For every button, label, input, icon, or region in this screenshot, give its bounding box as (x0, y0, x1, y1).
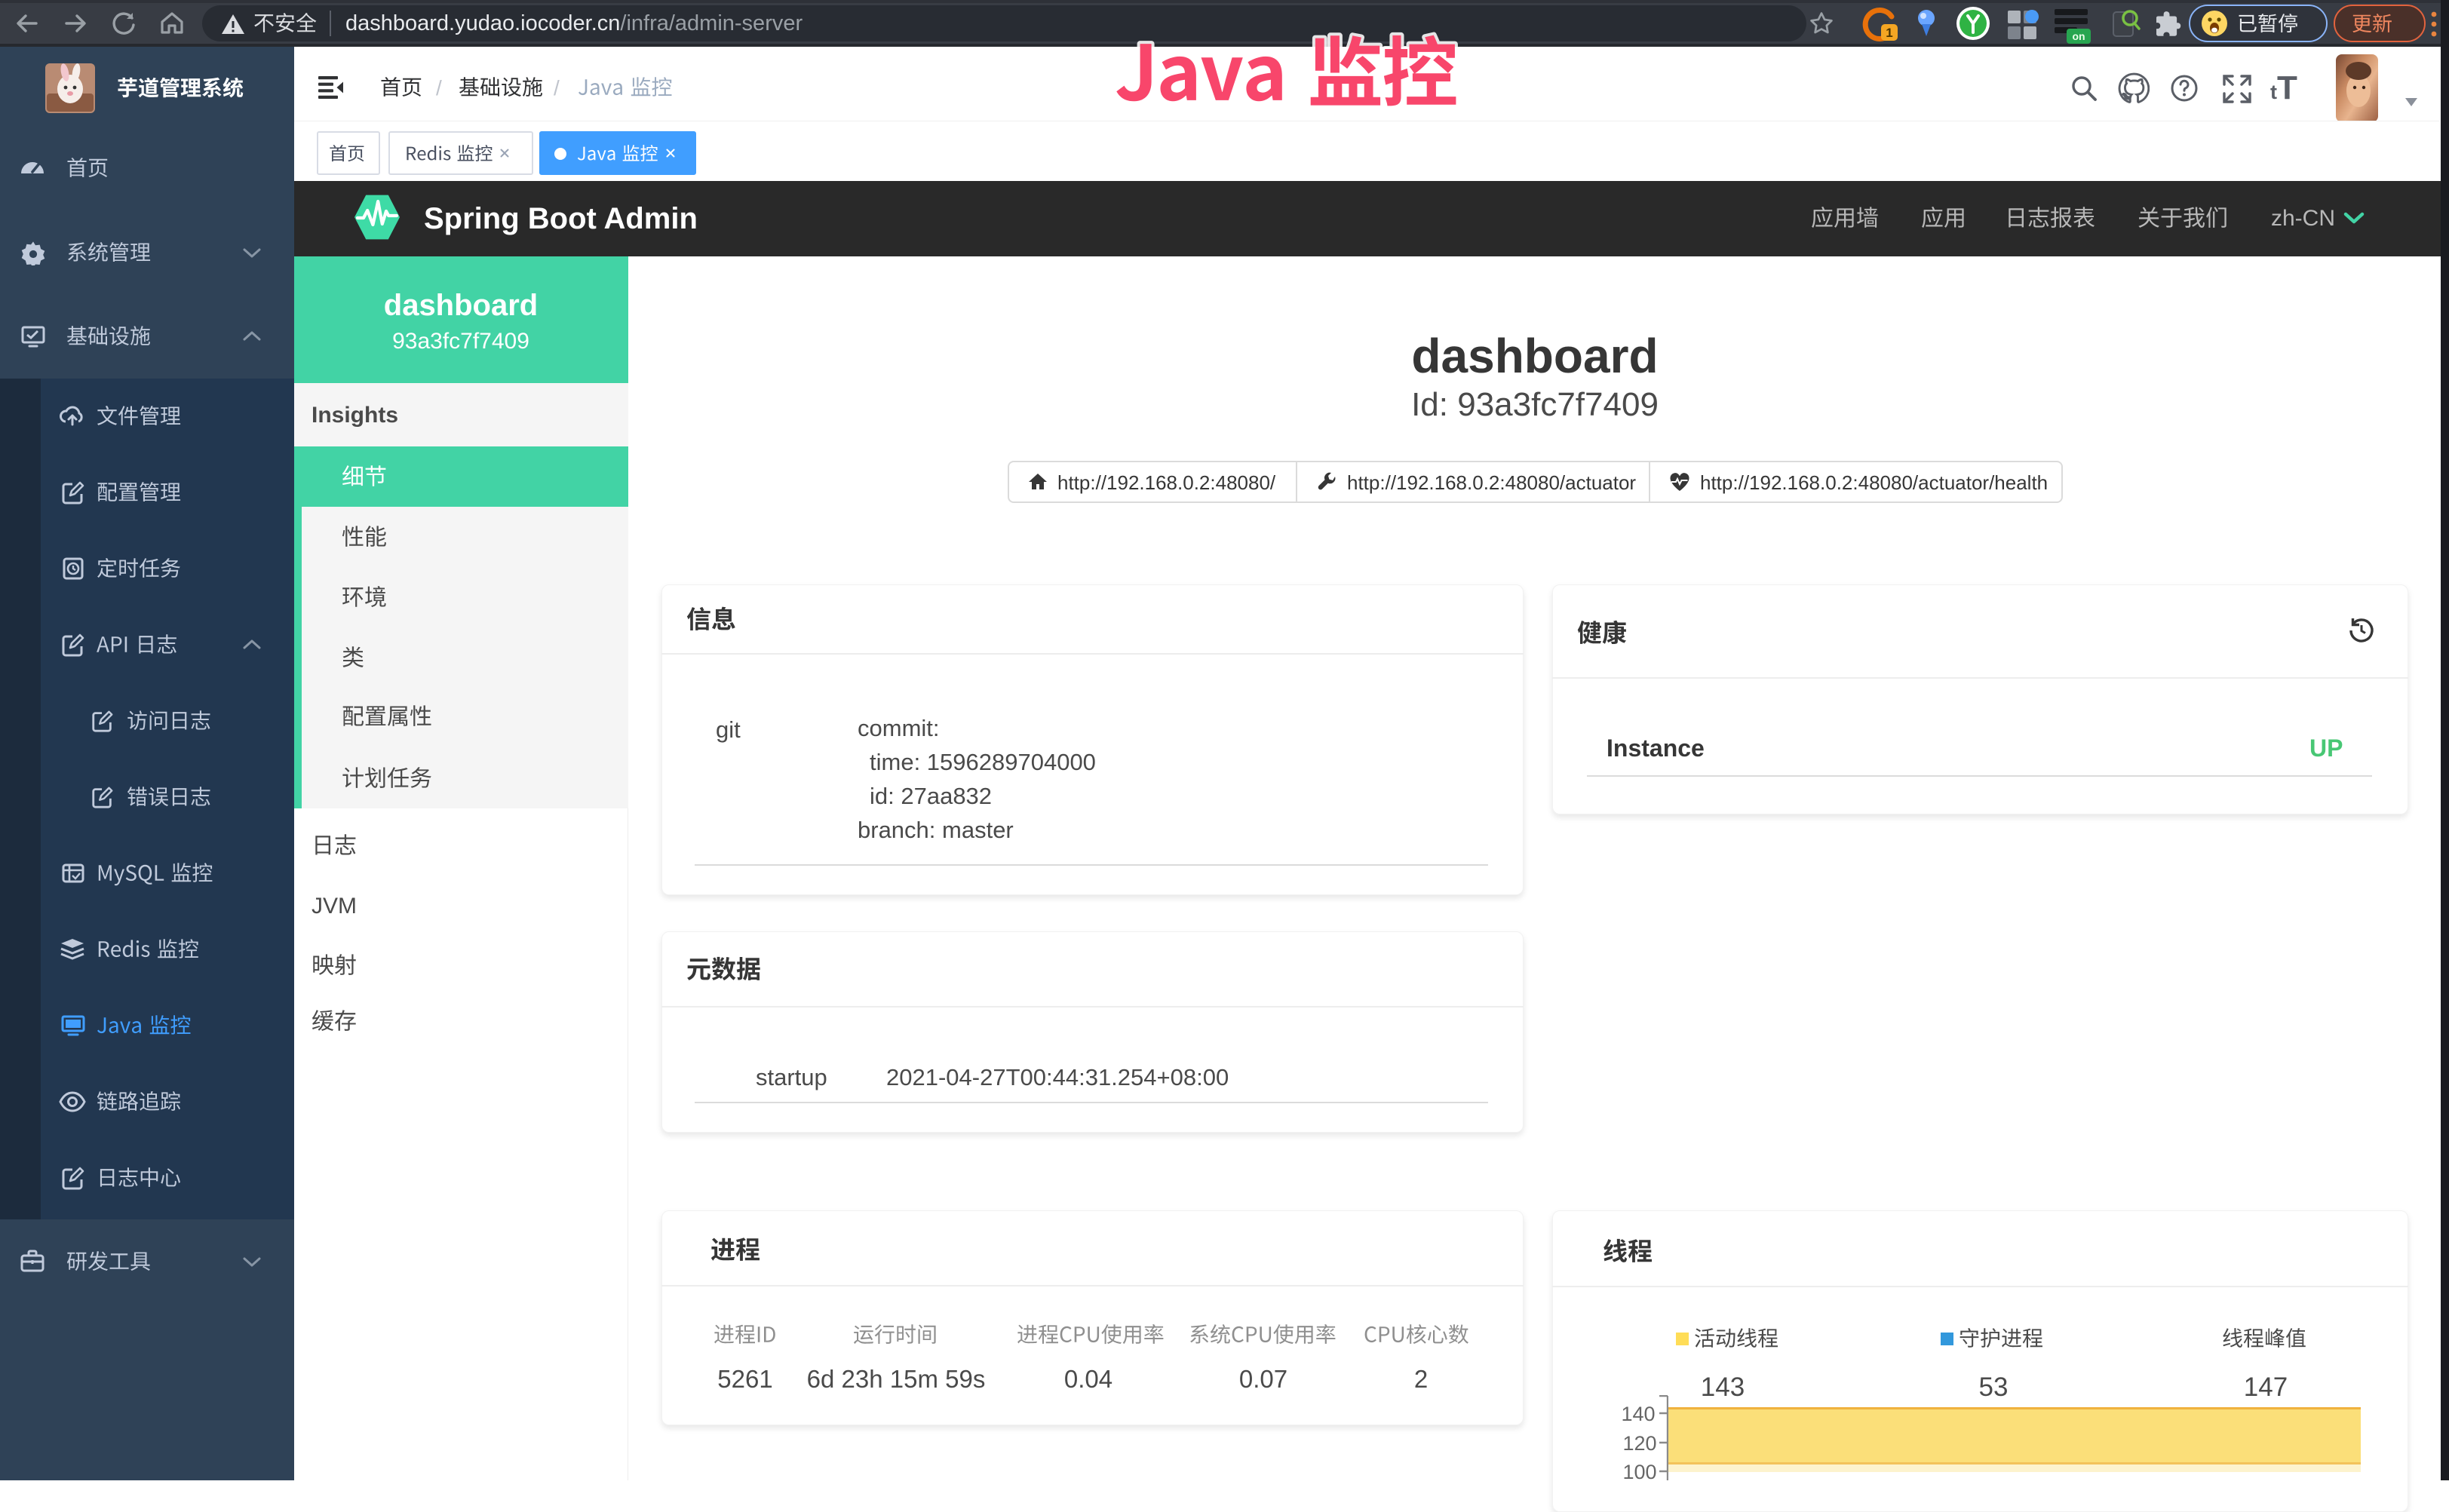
svg-text:on: on (2072, 30, 2085, 42)
svg-text:1: 1 (1886, 26, 1892, 40)
